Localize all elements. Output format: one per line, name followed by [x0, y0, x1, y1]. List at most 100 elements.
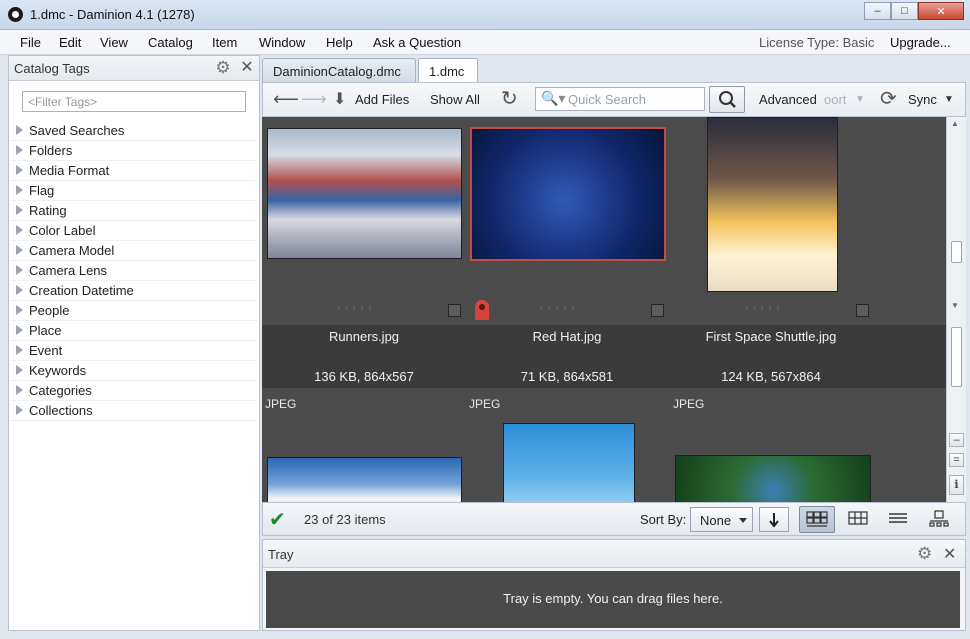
menu-item[interactable]: Item: [212, 35, 237, 50]
rating-stars[interactable]: ▫▫▫▫▫: [337, 304, 376, 313]
quick-search-input[interactable]: 🔍▾ Quick Search: [535, 87, 705, 111]
expand-arrow-icon[interactable]: [16, 405, 23, 415]
tag-item-folders[interactable]: Folders: [11, 141, 257, 161]
scroll-up-arrow-icon[interactable]: ▲: [951, 119, 959, 128]
status-bar: ✔ 23 of 23 items Sort By: None: [262, 502, 966, 536]
scroll-down-arrow-icon[interactable]: ▼: [951, 301, 959, 310]
scroll-thumb[interactable]: [951, 241, 962, 263]
sync-dropdown-icon[interactable]: ▼: [944, 83, 954, 116]
tag-item-keywords[interactable]: Keywords: [11, 361, 257, 381]
expand-arrow-icon[interactable]: [16, 325, 23, 335]
tag-item-color-label[interactable]: Color Label: [11, 221, 257, 241]
tag-item-collections[interactable]: Collections: [11, 401, 257, 421]
expand-arrow-icon[interactable]: [16, 145, 23, 155]
sort-direction-button[interactable]: [759, 507, 789, 532]
minimize-button[interactable]: –: [864, 2, 891, 20]
expand-arrow-icon[interactable]: [16, 345, 23, 355]
export-dropdown-icon[interactable]: ▼: [855, 83, 865, 116]
tag-item-categories[interactable]: Categories: [11, 381, 257, 401]
tag-item-place[interactable]: Place: [11, 321, 257, 341]
search-dropdown-icon[interactable]: 🔍▾: [541, 90, 565, 107]
expand-arrow-icon[interactable]: [16, 385, 23, 395]
tag-item-saved-searches[interactable]: Saved Searches: [11, 121, 257, 141]
list-icon: [889, 513, 907, 523]
tag-item-media-format[interactable]: Media Format: [11, 161, 257, 181]
expand-arrow-icon[interactable]: [16, 365, 23, 375]
tray-drop-area[interactable]: Tray is empty. You can drag files here.: [266, 571, 960, 628]
menu-view[interactable]: View: [100, 35, 128, 50]
thumbnail-red-hat[interactable]: [470, 127, 666, 261]
rating-stars[interactable]: ▫▫▫▫▫: [745, 304, 784, 313]
expand-arrow-icon[interactable]: [16, 165, 23, 175]
sync-button[interactable]: Sync: [908, 83, 937, 116]
search-button[interactable]: [709, 86, 745, 113]
expand-arrow-icon[interactable]: [16, 245, 23, 255]
upgrade-link[interactable]: Upgrade...: [890, 35, 951, 50]
close-button[interactable]: ✕: [918, 2, 964, 20]
forward-arrow-icon[interactable]: ⟶: [301, 83, 327, 116]
menu-catalog[interactable]: Catalog: [148, 35, 193, 50]
expand-arrow-icon[interactable]: [16, 125, 23, 135]
expand-arrow-icon[interactable]: [16, 205, 23, 215]
close-icon[interactable]: ✕: [239, 59, 255, 77]
add-files-icon[interactable]: ⬇: [333, 83, 346, 116]
thumbnail-diver[interactable]: [675, 455, 871, 502]
tag-item-camera-lens[interactable]: Camera Lens: [11, 261, 257, 281]
thumbnail-sailboat[interactable]: [503, 423, 635, 502]
gear-icon[interactable]: ⚙: [214, 59, 232, 77]
zoom-slider-thumb[interactable]: [951, 327, 962, 387]
menu-window[interactable]: Window: [259, 35, 305, 50]
expand-arrow-icon[interactable]: [16, 305, 23, 315]
menu-help[interactable]: Help: [326, 35, 353, 50]
tray-title: Tray: [268, 547, 294, 562]
expand-arrow-icon[interactable]: [16, 265, 23, 275]
export-button[interactable]: oort: [824, 83, 846, 116]
thumbnail-runners[interactable]: [267, 128, 462, 259]
vertical-scrollbar[interactable]: ▲ ▼ – = i: [946, 117, 966, 502]
expand-arrow-icon[interactable]: [16, 225, 23, 235]
tag-item-rating[interactable]: Rating: [11, 201, 257, 221]
info-icon[interactable]: i: [949, 475, 964, 495]
tag-item-flag[interactable]: Flag: [11, 181, 257, 201]
show-all-button[interactable]: Show All: [430, 83, 480, 116]
back-arrow-icon[interactable]: ⟵: [273, 83, 299, 116]
tray-panel: Tray ⚙ ✕ Tray is empty. You can drag fil…: [262, 539, 966, 631]
tab-1-dmc[interactable]: 1.dmc: [418, 58, 478, 83]
list-view-button[interactable]: [880, 506, 916, 533]
menu-ask-question[interactable]: Ask a Question: [373, 35, 461, 50]
large-grid-icon: [806, 511, 828, 527]
gear-icon[interactable]: ⚙: [917, 544, 932, 564]
close-icon[interactable]: ✕: [943, 544, 956, 564]
tag-item-camera-model[interactable]: Camera Model: [11, 241, 257, 261]
grid-view-button[interactable]: [840, 506, 876, 533]
rating-stars[interactable]: ▫▫▫▫▫: [540, 304, 579, 313]
add-files-button[interactable]: Add Files: [355, 83, 409, 116]
flag-checkbox[interactable]: [651, 304, 664, 317]
flag-checkbox[interactable]: [856, 304, 869, 317]
filter-tags-input[interactable]: [22, 91, 246, 112]
zoom-out-button[interactable]: –: [949, 433, 964, 447]
thumbnail-clouds[interactable]: [267, 457, 462, 502]
menu-edit[interactable]: Edit: [59, 35, 81, 50]
file-size: 136 KB, 864x567: [314, 369, 414, 384]
tag-item-event[interactable]: Event: [11, 341, 257, 361]
maximize-button[interactable]: □: [891, 2, 918, 20]
tag-item-creation-datetime[interactable]: Creation Datetime: [11, 281, 257, 301]
sort-by-select[interactable]: None: [690, 507, 753, 532]
advanced-button[interactable]: Advanced: [759, 83, 817, 116]
color-label-tag-icon[interactable]: [475, 300, 489, 320]
menu-file[interactable]: File: [20, 35, 41, 50]
zoom-in-button[interactable]: =: [949, 453, 964, 467]
title-bar: 1.dmc - Daminion 4.1 (1278) – □ ✕: [0, 0, 970, 30]
thumbnails-view-button[interactable]: [799, 506, 835, 533]
thumbnail-space-shuttle[interactable]: [707, 117, 838, 292]
sync-icon[interactable]: ⟳: [880, 83, 897, 116]
refresh-icon[interactable]: ↻: [501, 83, 518, 116]
flag-checkbox[interactable]: [448, 304, 461, 317]
expand-arrow-icon[interactable]: [16, 185, 23, 195]
tab-daminion-catalog[interactable]: DaminionCatalog.dmc: [262, 58, 416, 82]
tag-item-people[interactable]: People: [11, 301, 257, 321]
filmstrip-view-button[interactable]: [921, 506, 957, 533]
expand-arrow-icon[interactable]: [16, 285, 23, 295]
filmstrip-icon: [929, 510, 949, 527]
